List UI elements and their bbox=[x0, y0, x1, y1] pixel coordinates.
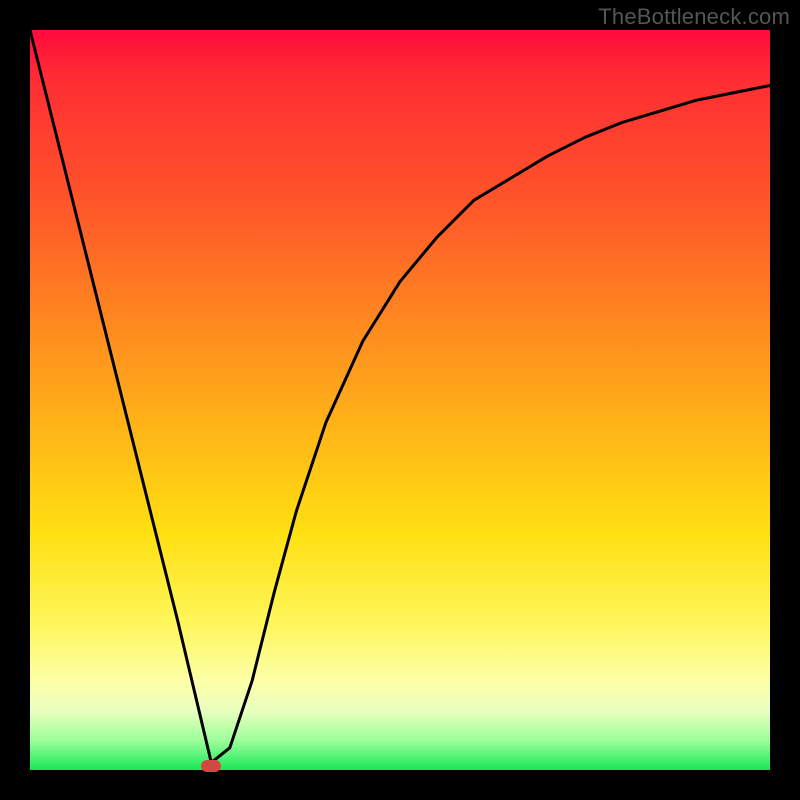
curve-svg bbox=[30, 30, 770, 770]
plot-area bbox=[30, 30, 770, 770]
bottleneck-curve-path bbox=[30, 30, 770, 763]
chart-frame: TheBottleneck.com bbox=[0, 0, 800, 800]
attribution-text: TheBottleneck.com bbox=[598, 4, 790, 30]
optimum-marker bbox=[201, 760, 221, 772]
